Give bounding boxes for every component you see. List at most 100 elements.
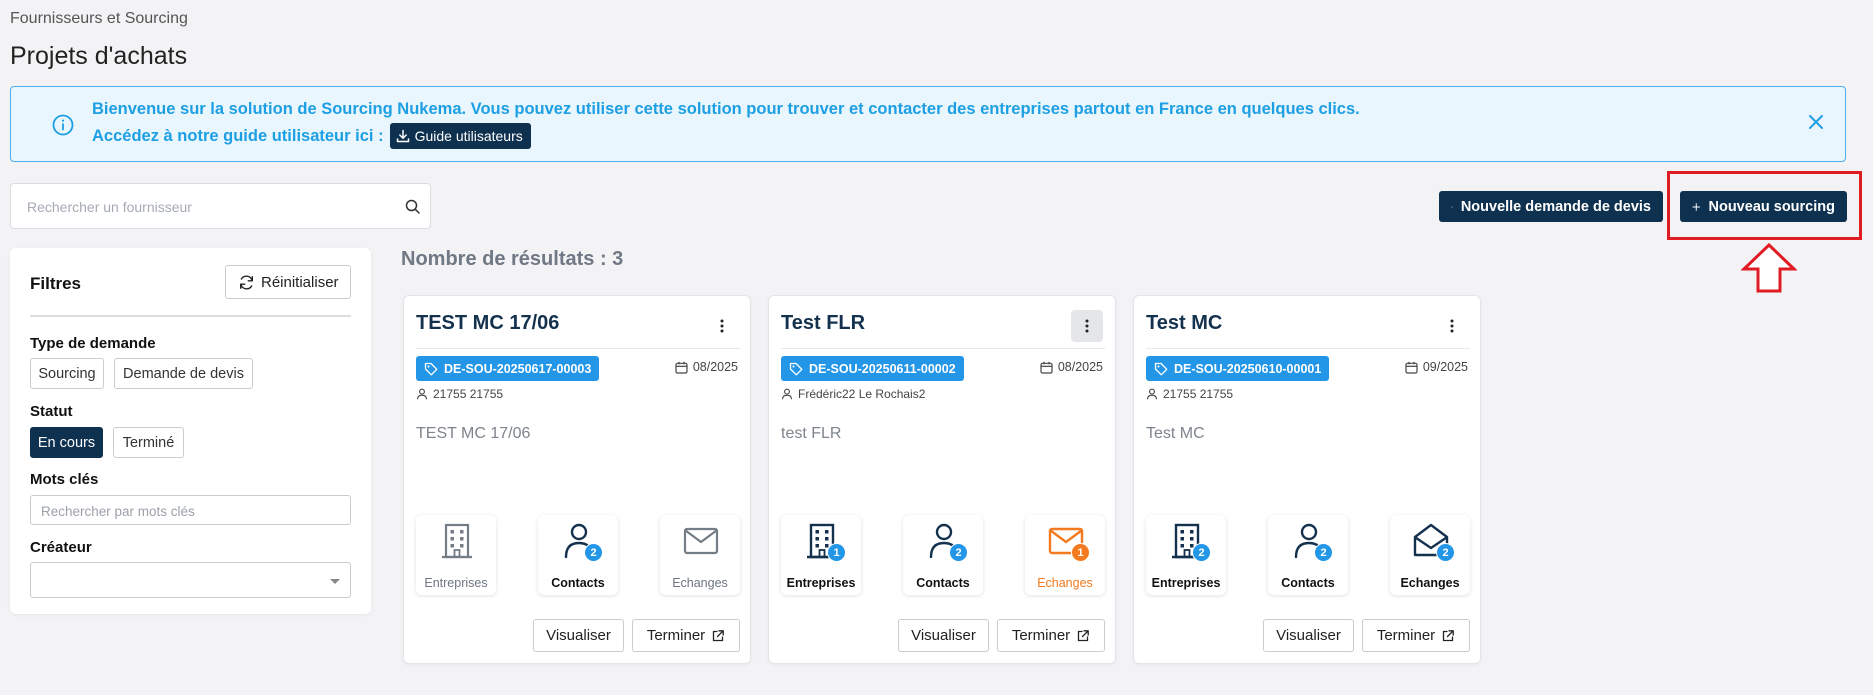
status-chip-finished[interactable]: Terminé (113, 427, 184, 458)
calendar-icon (675, 361, 688, 374)
reference-text: DE-SOU-20250617-00003 (444, 361, 592, 376)
tile-label: Entreprises (786, 576, 856, 590)
user-icon (416, 388, 428, 400)
reset-label: Réinitialiser (261, 273, 339, 291)
tile-label: Contacts (551, 576, 605, 590)
filters-panel: Filtres Réinitialiser Type de demande So… (10, 248, 371, 614)
card-divider (416, 348, 740, 349)
reference-badge: DE-SOU-20250617-00003 (416, 356, 600, 381)
card-title[interactable]: Test MC (1146, 312, 1222, 335)
view-button[interactable]: Visualiser (1263, 619, 1354, 652)
date-text: 09/2025 (1422, 360, 1468, 374)
results-count: Nombre de résultats : 3 (401, 248, 624, 270)
keywords-input[interactable]: Rechercher par mots clés (30, 495, 351, 525)
tile-echanges[interactable]: 2 Echanges (1390, 515, 1470, 595)
calendar-icon (1040, 361, 1053, 374)
finish-label: Terminer (1376, 627, 1436, 644)
card-date: 09/2025 (1405, 360, 1468, 374)
search-icon[interactable] (404, 198, 422, 216)
date-text: 08/2025 (692, 360, 738, 374)
finish-button[interactable]: Terminer (1362, 619, 1470, 652)
type-label: Type de demande (30, 335, 156, 352)
tile-label: Echanges (1037, 576, 1093, 590)
creator-label: Créateur (30, 539, 92, 556)
reference-text: DE-SOU-20250611-00002 (809, 361, 956, 376)
chevron-down-icon (330, 579, 340, 584)
count-badge: 2 (1192, 543, 1211, 562)
tile-echanges[interactable]: Echanges (660, 515, 740, 595)
tile-label: Echanges (1400, 576, 1460, 590)
new-quote-button[interactable]: Nouvelle demande de devis (1439, 191, 1663, 222)
status-label: Statut (30, 403, 73, 420)
finish-label: Terminer (646, 627, 706, 644)
count-badge: 2 (584, 543, 603, 562)
reference-text: DE-SOU-20250610-00001 (1174, 361, 1322, 376)
tile-echanges[interactable]: 1 Echanges (1025, 515, 1105, 595)
card-owner: 21755 21755 (416, 387, 503, 401)
status-chip-in-progress[interactable]: En cours (30, 427, 103, 458)
arrow-up-icon (1741, 243, 1797, 293)
card-date: 08/2025 (675, 360, 738, 374)
count-badge: 2 (1436, 543, 1455, 562)
banner-message: Bienvenue sur la solution de Sourcing Nu… (92, 100, 1360, 118)
external-link-icon (713, 629, 725, 641)
filters-divider (30, 315, 351, 317)
tile-label: Contacts (1281, 576, 1335, 590)
view-button[interactable]: Visualiser (533, 619, 624, 652)
guide-button-label: Guide utilisateurs (414, 128, 523, 144)
tile-contacts[interactable]: 2 Contacts (1268, 515, 1348, 595)
card-owner: 21755 21755 (1146, 387, 1233, 401)
more-options-button[interactable] (1436, 310, 1468, 342)
tile-contacts[interactable]: 2 Contacts (903, 515, 983, 595)
refresh-icon (240, 274, 253, 290)
page-title: Projets d'achats (10, 42, 188, 70)
external-link-icon (1443, 629, 1455, 641)
finish-label: Terminer (1011, 627, 1071, 644)
close-icon[interactable] (1805, 111, 1827, 133)
project-card: Test MC DE-SOU-20250610-00001 09/2025 21… (1133, 295, 1481, 664)
filters-title: Filtres (30, 274, 82, 293)
tag-icon (1154, 362, 1168, 375)
creator-select[interactable] (30, 562, 351, 598)
project-card: TEST MC 17/06 DE-SOU-20250617-00003 08/2… (403, 295, 751, 664)
type-chip-sourcing[interactable]: Sourcing (30, 358, 104, 389)
reset-button[interactable]: Réinitialiser (225, 265, 351, 299)
download-icon (396, 129, 409, 143)
breadcrumb[interactable]: Fournisseurs et Sourcing (10, 10, 188, 28)
user-icon (1146, 388, 1158, 400)
card-description: test FLR (781, 425, 842, 442)
keywords-label: Mots clés (30, 471, 99, 488)
new-quote-label: Nouvelle demande de devis (1460, 198, 1651, 215)
kebab-icon (1450, 319, 1454, 333)
external-link-icon (1078, 629, 1090, 641)
tile-contacts[interactable]: 2 Contacts (538, 515, 618, 595)
finish-button[interactable]: Terminer (997, 619, 1105, 652)
kebab-icon (720, 319, 724, 333)
tile-label: Entreprises (424, 576, 488, 590)
guide-button[interactable]: Guide utilisateurs (389, 123, 531, 149)
more-options-button[interactable] (1071, 310, 1103, 342)
view-button[interactable]: Visualiser (898, 619, 989, 652)
type-chip-quote[interactable]: Demande de devis (114, 358, 253, 389)
card-description: Test MC (1146, 425, 1205, 442)
supplier-search-input[interactable] (27, 196, 387, 218)
count-badge: 2 (1314, 543, 1333, 562)
card-description: TEST MC 17/06 (416, 425, 531, 442)
tile-label: Contacts (916, 576, 970, 590)
tile-entreprises[interactable]: Entreprises (416, 515, 496, 595)
tile-entreprises[interactable]: 1 Entreprises (781, 515, 861, 595)
card-title[interactable]: Test FLR (781, 312, 865, 335)
card-divider (781, 348, 1105, 349)
tag-icon (789, 362, 803, 375)
banner-guide-line: Accédez à notre guide utilisateur ici : … (92, 123, 531, 149)
user-icon (781, 388, 793, 400)
supplier-search (10, 183, 431, 229)
finish-button[interactable]: Terminer (632, 619, 740, 652)
reference-badge: DE-SOU-20250610-00001 (1146, 356, 1330, 381)
card-title[interactable]: TEST MC 17/06 (416, 312, 559, 335)
more-options-button[interactable] (706, 310, 738, 342)
building-icon (442, 523, 472, 559)
plus-icon (1451, 205, 1453, 208)
tile-entreprises[interactable]: 2 Entreprises (1146, 515, 1226, 595)
owner-text: Frédéric22 Le Rochais2 (798, 387, 926, 401)
